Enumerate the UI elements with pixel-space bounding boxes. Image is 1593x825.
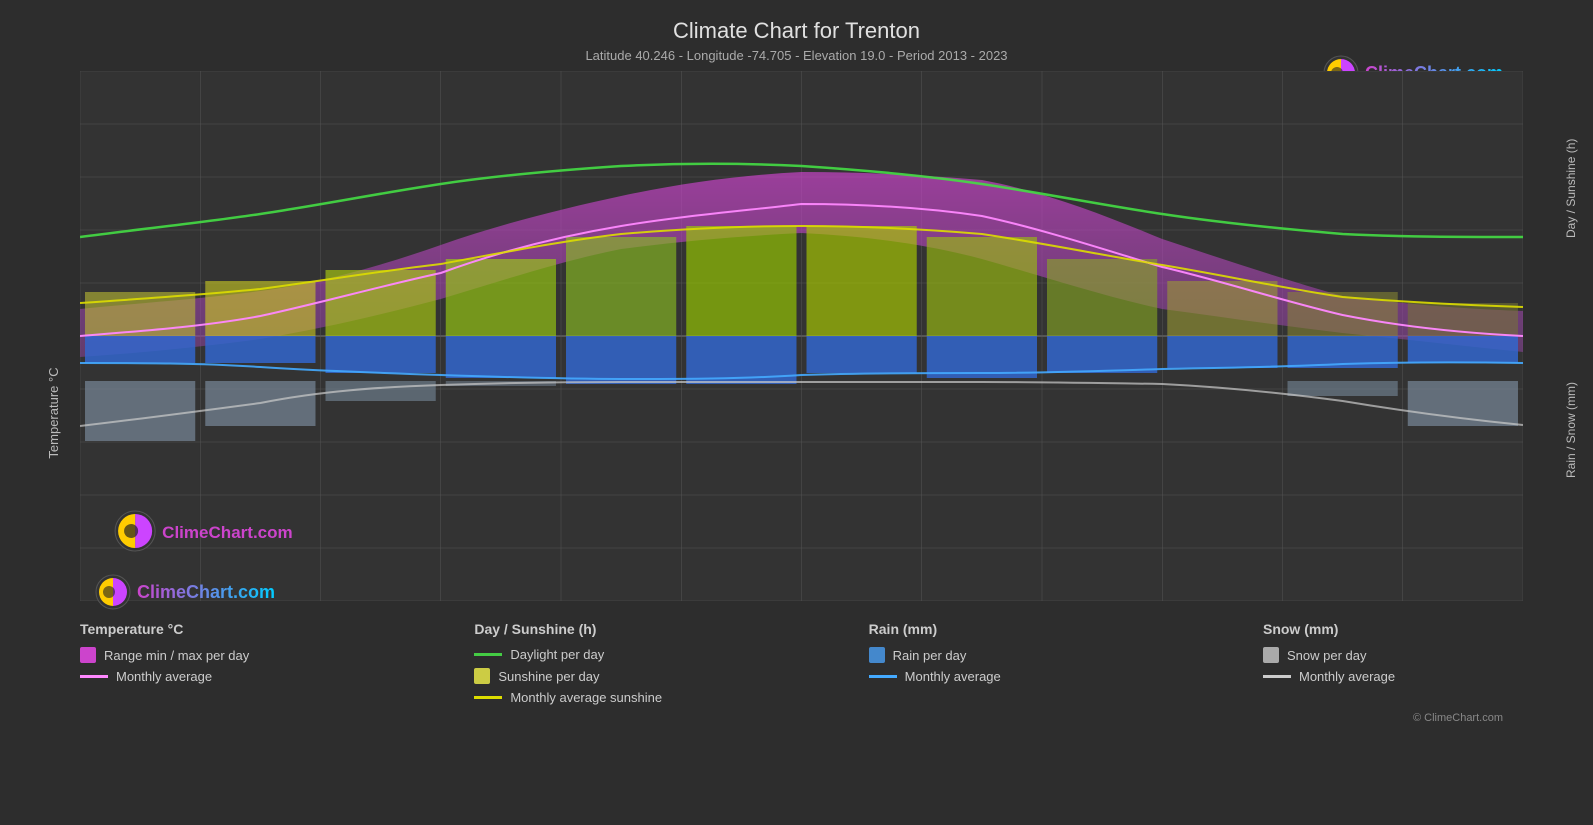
sunshine-avg-label: Monthly average sunshine: [510, 690, 662, 705]
legend-item-daylight: Daylight per day: [474, 647, 724, 662]
chart-area: 50 40 30 20 10 0 -10 -20 -30 -40 -50 24 …: [80, 71, 1523, 601]
legend-item-temp-avg: Monthly average: [80, 669, 330, 684]
y-axis-label-left: Temperature °C: [46, 367, 61, 458]
sunshine-per-day-swatch: [474, 668, 490, 684]
y-axis-right-rain-label: Rain / Snow (mm): [1564, 330, 1578, 530]
temp-range-swatch: [80, 647, 96, 663]
snow-avg-swatch: [1263, 675, 1291, 678]
legend-title-sunshine: Day / Sunshine (h): [474, 621, 724, 637]
rain-per-day-swatch: [869, 647, 885, 663]
main-chart-svg: 50 40 30 20 10 0 -10 -20 -30 -40 -50 24 …: [80, 71, 1523, 601]
legend-col-temperature: Temperature °C Range min / max per day M…: [80, 621, 330, 705]
logo-bottom-left: ClimeChart.com: [95, 574, 275, 610]
copyright-text: © ClimeChart.com: [0, 710, 1593, 724]
daylight-label: Daylight per day: [510, 647, 604, 662]
legend-item-rain-per-day: Rain per day: [869, 647, 1119, 663]
temp-range-label: Range min / max per day: [104, 648, 249, 663]
legend-col-snow: Snow (mm) Snow per day Monthly average: [1263, 621, 1513, 705]
legend-col-sunshine: Day / Sunshine (h) Daylight per day Suns…: [474, 621, 724, 705]
snow-per-day-swatch: [1263, 647, 1279, 663]
legend-item-rain-avg: Monthly average: [869, 669, 1119, 684]
sunshine-avg-swatch: [474, 696, 502, 699]
legend-item-snow-avg: Monthly average: [1263, 669, 1513, 684]
svg-text:ClimeChart.com: ClimeChart.com: [162, 523, 293, 542]
legend-item-temp-range: Range min / max per day: [80, 647, 330, 663]
temp-avg-swatch: [80, 675, 108, 678]
legend-item-sunshine-per-day: Sunshine per day: [474, 668, 724, 684]
legend-item-snow-per-day: Snow per day: [1263, 647, 1513, 663]
legend-title-rain: Rain (mm): [869, 621, 1119, 637]
rain-per-day-label: Rain per day: [893, 648, 967, 663]
legend-item-sunshine-avg: Monthly average sunshine: [474, 690, 724, 705]
chart-title: Climate Chart for Trenton: [0, 18, 1593, 44]
daylight-swatch: [474, 653, 502, 656]
legend-title-snow: Snow (mm): [1263, 621, 1513, 637]
chart-container: Climate Chart for Trenton Latitude 40.24…: [0, 0, 1593, 825]
logo-text-bottom: ClimeChart.com: [137, 582, 275, 603]
legend-col-rain: Rain (mm) Rain per day Monthly average: [869, 621, 1119, 705]
legend-title-temperature: Temperature °C: [80, 621, 330, 637]
rain-avg-label: Monthly average: [905, 669, 1001, 684]
snow-avg-label: Monthly average: [1299, 669, 1395, 684]
sunshine-per-day-label: Sunshine per day: [498, 669, 599, 684]
legend-area: Temperature °C Range min / max per day M…: [0, 609, 1593, 710]
snow-per-day-label: Snow per day: [1287, 648, 1367, 663]
logo-icon-bottom: [95, 574, 131, 610]
y-axis-right-sunshine-label: Day / Sunshine (h): [1564, 68, 1578, 308]
temp-avg-label: Monthly average: [116, 669, 212, 684]
rain-avg-swatch: [869, 675, 897, 678]
